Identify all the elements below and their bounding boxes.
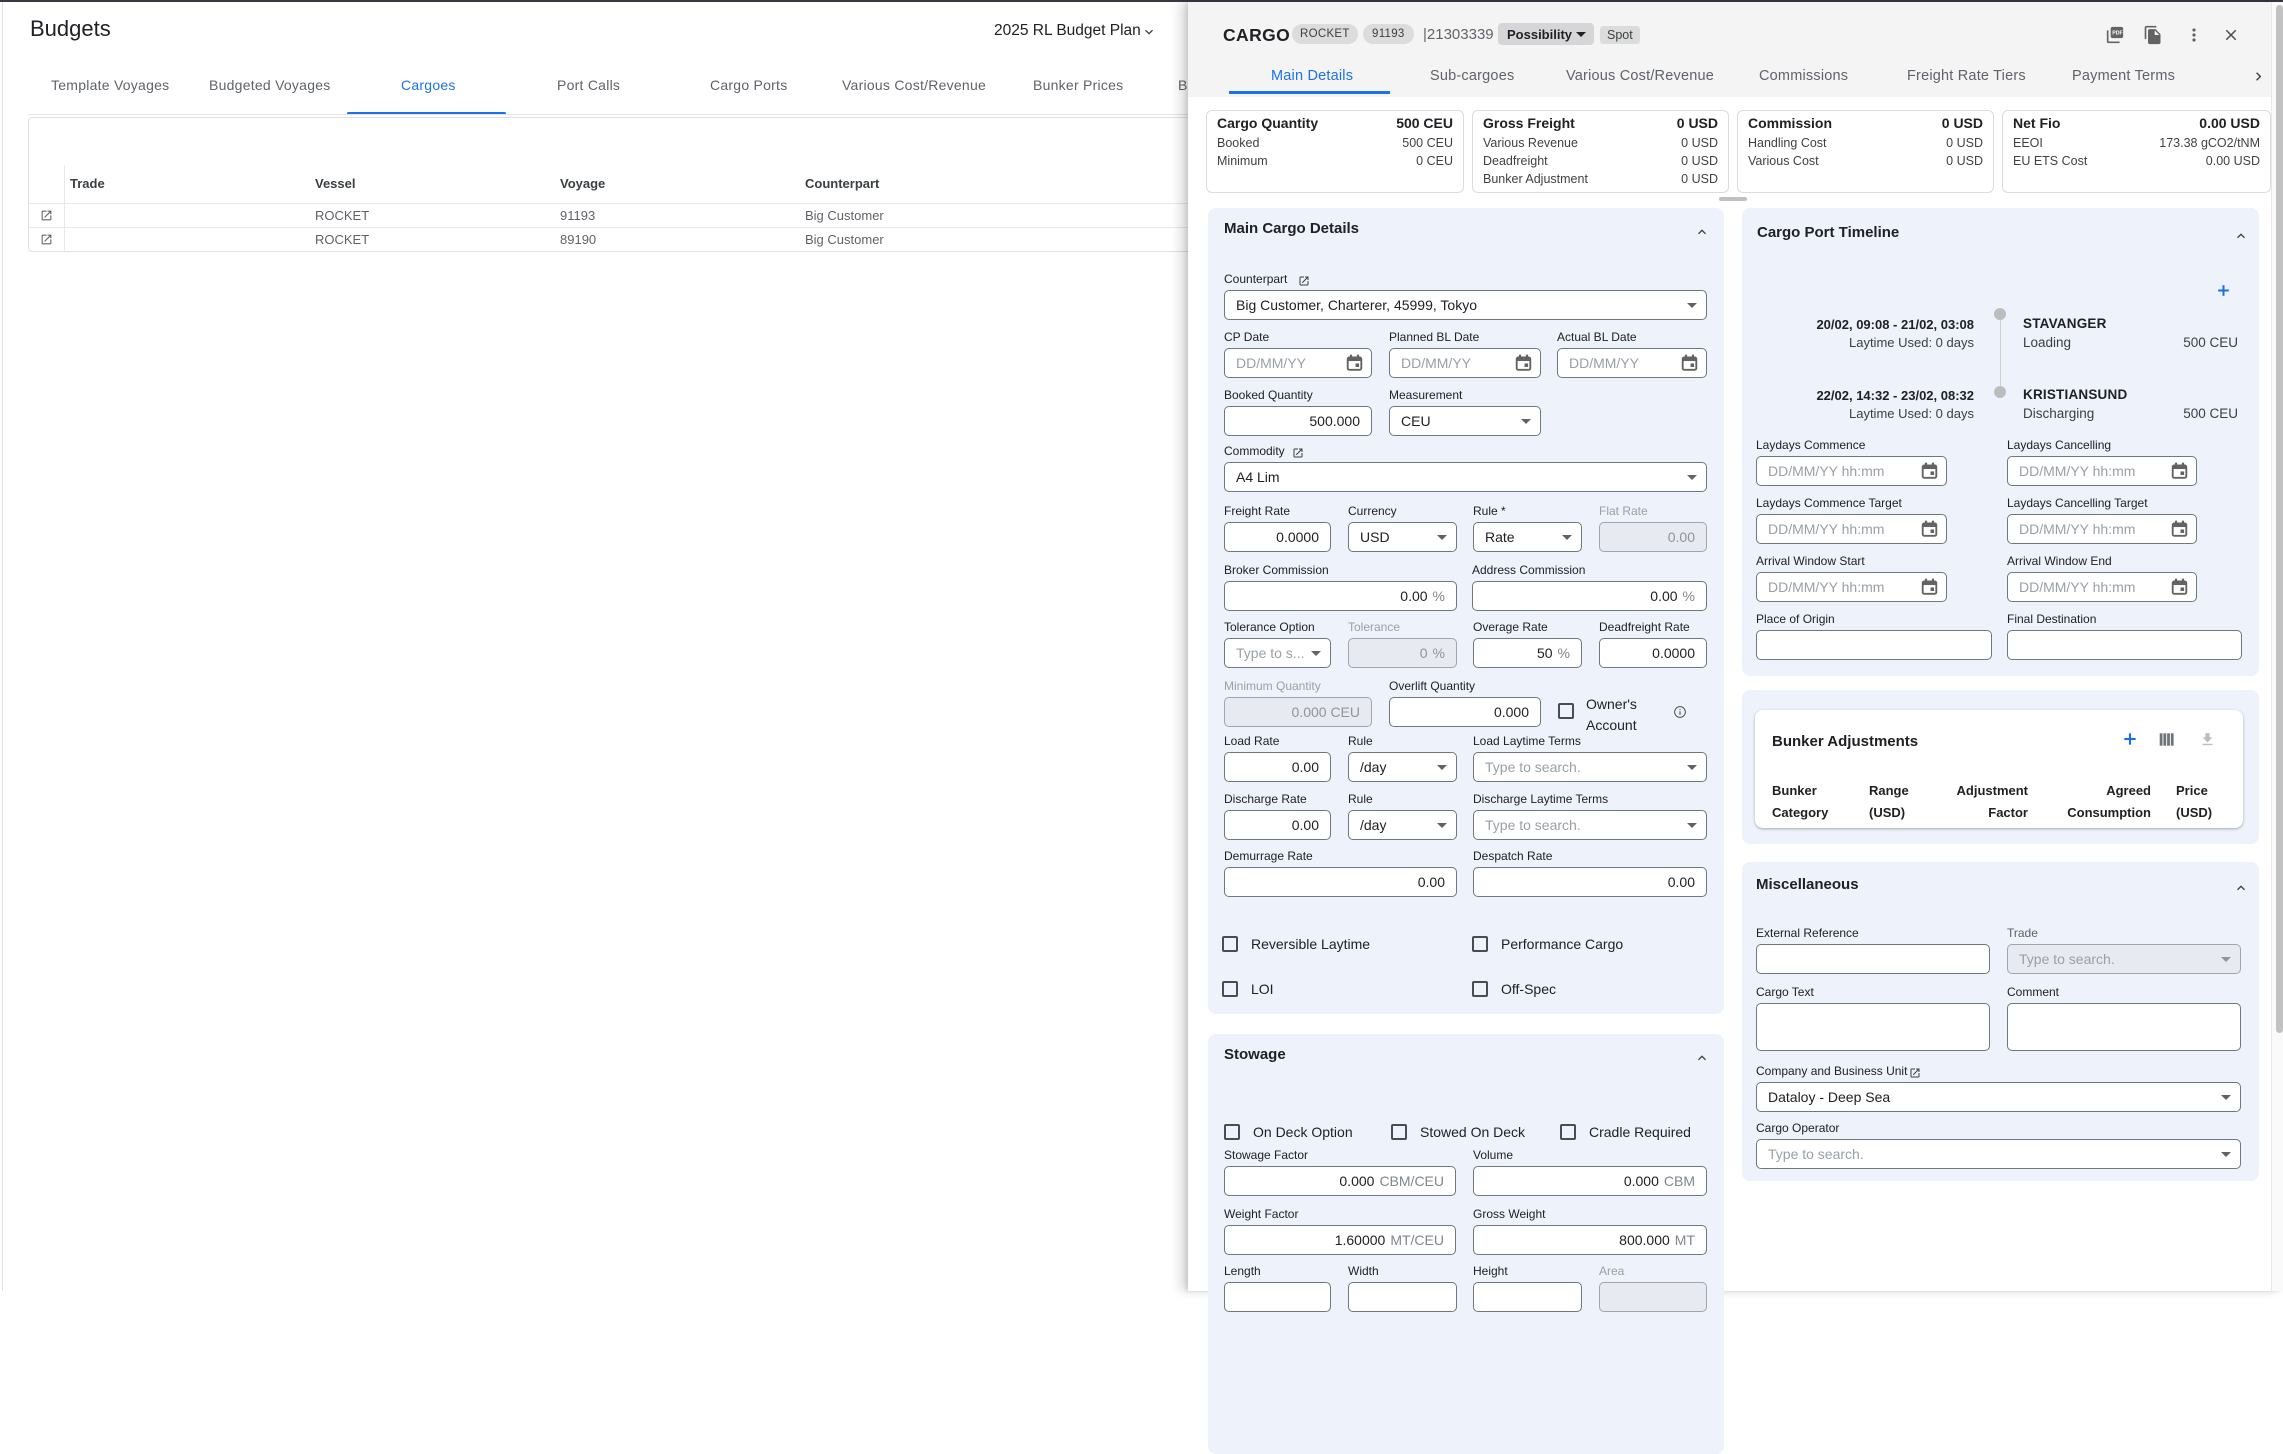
svg-text:PDF: PDF xyxy=(2112,31,2123,37)
